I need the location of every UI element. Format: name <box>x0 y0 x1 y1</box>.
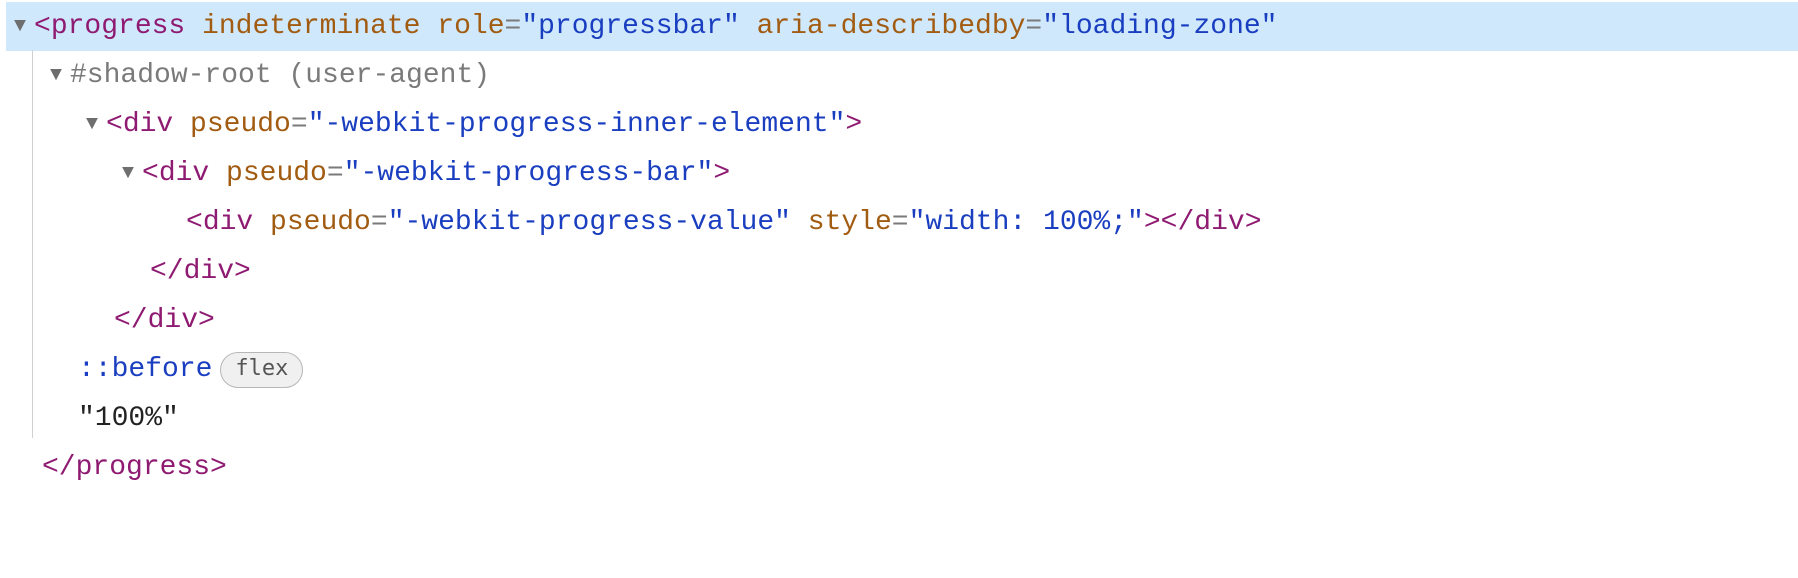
shadow-root-node[interactable]: ▼ #shadow-root (user-agent) <box>6 51 1798 100</box>
tag-name: progress <box>51 2 185 51</box>
bracket-open: < <box>34 2 51 51</box>
attr-pseudo: pseudo <box>190 100 291 149</box>
dom-node-progress-open[interactable]: ▼ <progress indeterminate role="progress… <box>6 2 1798 51</box>
text-node-value: "100%" <box>78 394 179 443</box>
expand-arrow-icon[interactable]: ▼ <box>6 9 34 44</box>
attr-style-value: "width: 100%;" <box>909 198 1144 247</box>
attr-pseudo: pseudo <box>226 149 327 198</box>
expand-arrow-icon[interactable]: ▼ <box>78 107 106 142</box>
attr-aria-describedby: aria-describedby <box>757 2 1026 51</box>
pseudo-selector: ::before <box>78 345 212 394</box>
attr-role-value: "progressbar" <box>521 2 739 51</box>
dom-node-progress-value[interactable]: <div pseudo="-webkit-progress-value" sty… <box>6 198 1798 247</box>
attr-pseudo-value: "-webkit-progress-value" <box>388 198 791 247</box>
tree-guide-line <box>32 50 33 438</box>
tag-name: div <box>159 149 209 198</box>
dom-node-progress-close[interactable]: </progress> <box>6 443 1798 492</box>
tag-name: div <box>203 198 253 247</box>
dom-tree: ▼ <progress indeterminate role="progress… <box>0 0 1798 502</box>
display-badge: flex <box>220 352 303 388</box>
dom-node-progress-bar-close[interactable]: </div> <box>6 247 1798 296</box>
text-node[interactable]: "100%" <box>6 394 1798 443</box>
attr-pseudo: pseudo <box>270 198 371 247</box>
attr-role: role <box>437 2 504 51</box>
pseudo-before-node[interactable]: ::before flex <box>6 345 1798 394</box>
expand-arrow-icon[interactable]: ▼ <box>42 58 70 93</box>
dom-node-inner-element-close[interactable]: </div> <box>6 296 1798 345</box>
attr-style: style <box>808 198 892 247</box>
attr-pseudo-value: "-webkit-progress-bar" <box>344 149 714 198</box>
dom-node-inner-element-open[interactable]: ▼ <div pseudo="-webkit-progress-inner-el… <box>6 100 1798 149</box>
attr-pseudo-value: "-webkit-progress-inner-element" <box>308 100 846 149</box>
tag-name: div <box>123 100 173 149</box>
attr-aria-describedby-value: "loading-zone" <box>1042 2 1277 51</box>
shadow-root-label: #shadow-root (user-agent) <box>70 51 490 100</box>
dom-node-progress-bar-open[interactable]: ▼ <div pseudo="-webkit-progress-bar"> <box>6 149 1798 198</box>
attr-indeterminate: indeterminate <box>202 2 420 51</box>
expand-arrow-icon[interactable]: ▼ <box>114 156 142 191</box>
